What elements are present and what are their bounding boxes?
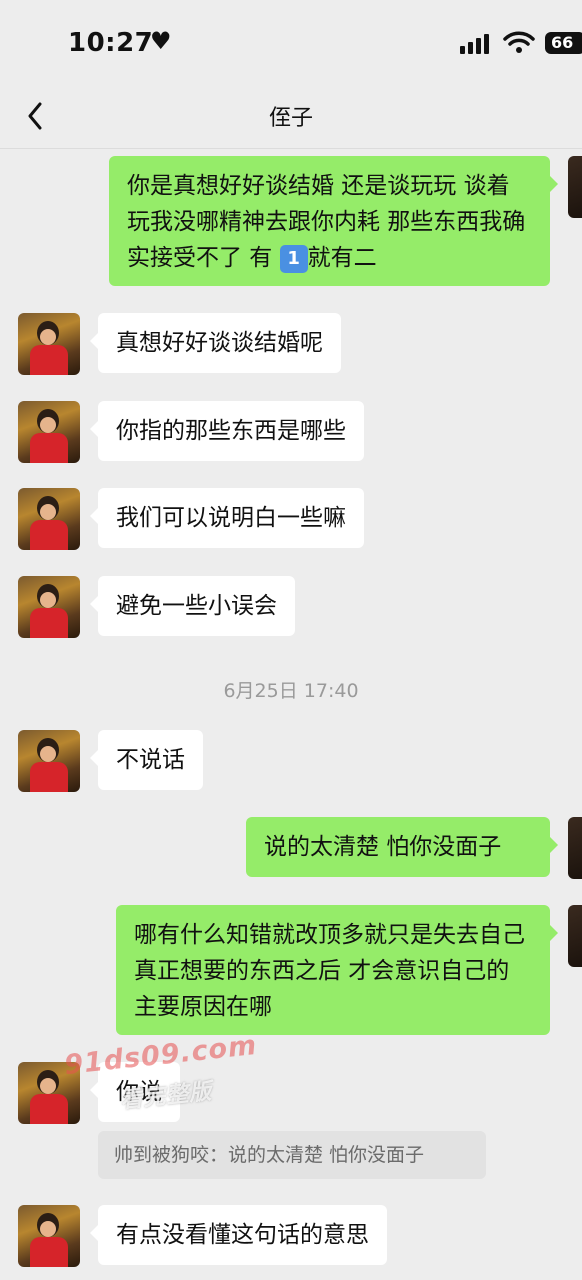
message-bubble-outgoing[interactable]: 说的太清楚 怕你没面子 bbox=[246, 817, 558, 877]
message-text: 不说话 bbox=[116, 747, 185, 773]
message-timestamp: 6月25日 17:40 bbox=[223, 680, 359, 702]
wifi-icon bbox=[503, 31, 535, 53]
message-text: 我们可以说明白一些嘛 bbox=[116, 505, 346, 531]
contact-avatar[interactable] bbox=[18, 730, 80, 792]
contact-avatar[interactable] bbox=[18, 401, 80, 463]
contact-avatar[interactable] bbox=[18, 313, 80, 375]
battery-icon: 66 bbox=[545, 32, 582, 54]
message-text: 哪有什么知错就改顶多就只是失去自己真正想要的东西之后 才会意识自己的主要原因在哪 bbox=[134, 922, 525, 1020]
chat-title: 侄子 bbox=[268, 106, 313, 131]
message-bubble-outgoing[interactable]: 哪有什么知错就改顶多就只是失去自己真正想要的东西之后 才会意识自己的主要原因在哪 bbox=[116, 905, 558, 1035]
keycap-one-emoji: 1 bbox=[279, 244, 308, 273]
message-text: 真想好好谈谈结婚呢 bbox=[116, 330, 323, 356]
message-bubble-incoming[interactable]: 不说话 bbox=[90, 730, 203, 790]
message-text: 说的太清楚 怕你没面子 bbox=[264, 834, 502, 860]
message-bubble-incoming[interactable]: 我们可以说明白一些嘛 bbox=[90, 488, 364, 548]
self-avatar[interactable] bbox=[568, 817, 582, 879]
message-bubble-incoming[interactable]: 有点没看懂这句话的意思 bbox=[90, 1205, 387, 1265]
message-bubble-incoming[interactable]: 避免一些小误会 bbox=[90, 576, 295, 636]
message-text: 避免一些小误会 bbox=[116, 593, 277, 619]
contact-avatar[interactable] bbox=[18, 576, 80, 638]
message-text: 就有二 bbox=[307, 245, 377, 271]
self-avatar[interactable] bbox=[568, 905, 582, 967]
self-avatar[interactable] bbox=[568, 156, 582, 218]
message-bubble-outgoing[interactable]: 你是真想好好谈结婚 还是谈玩玩 谈着玩我没哪精神去跟你内耗 那些东西我确实接受不… bbox=[109, 156, 558, 286]
message-text: 有点没看懂这句话的意思 bbox=[116, 1222, 369, 1248]
heart-icon: ♥ bbox=[150, 27, 172, 55]
contact-avatar[interactable] bbox=[18, 1205, 80, 1267]
message-text: 你指的那些东西是哪些 bbox=[116, 418, 346, 444]
quoted-message[interactable]: 帅到被狗咬：说的太清楚 怕你没面子 bbox=[98, 1131, 486, 1179]
cellular-signal-icon bbox=[460, 34, 492, 54]
message-bubble-incoming[interactable]: 你指的那些东西是哪些 bbox=[90, 401, 364, 461]
chat-header: 侄子 bbox=[0, 88, 582, 149]
status-bar: 10:27 ♥ 66 bbox=[0, 0, 582, 88]
message-bubble-incoming[interactable]: 真想好好谈谈结婚呢 bbox=[90, 313, 341, 373]
status-time: 10:27 bbox=[68, 28, 154, 58]
contact-avatar[interactable] bbox=[18, 488, 80, 550]
